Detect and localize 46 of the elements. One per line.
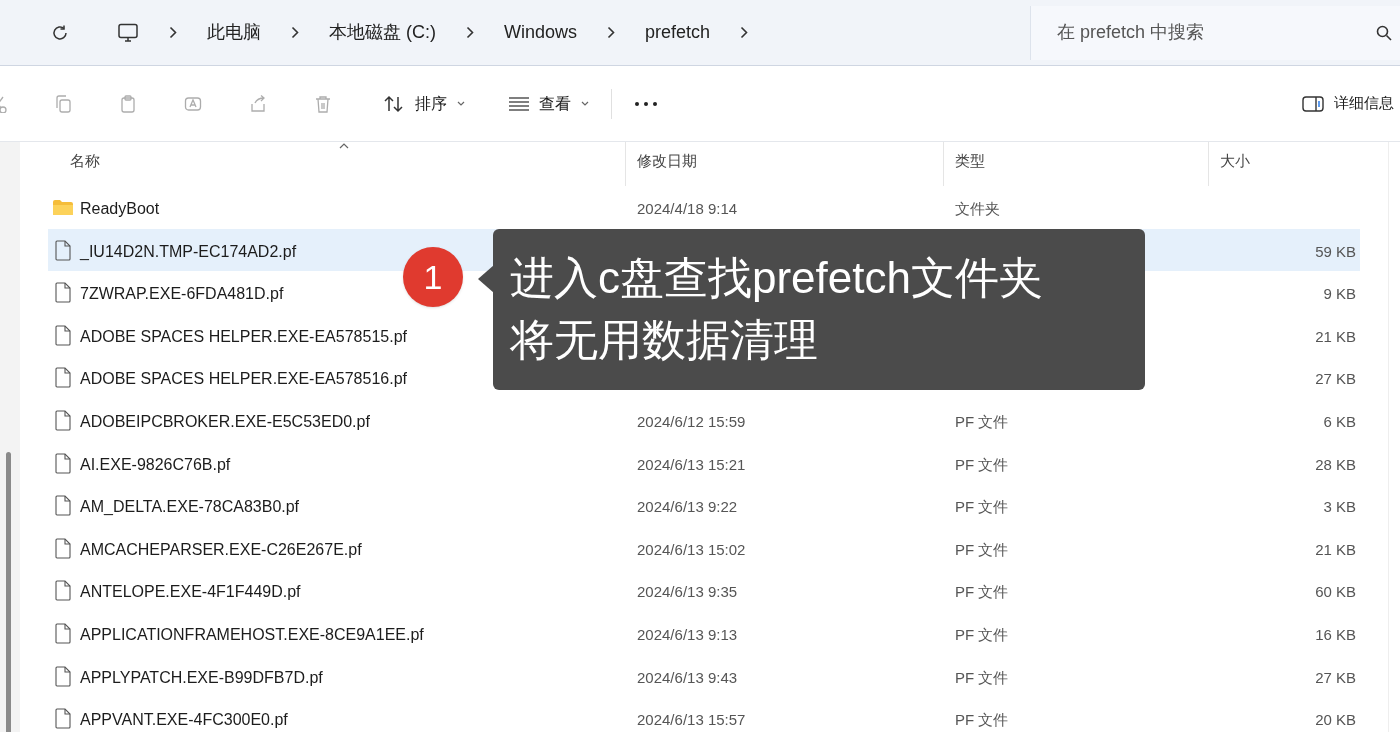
- file-type: PF 文件: [955, 539, 1009, 560]
- file-name: _IU14D2N.TMP-EC174AD2.pf: [80, 241, 297, 262]
- file-name: APPVANT.EXE-4FC300E0.pf: [80, 710, 288, 731]
- file-size: 9 KB: [1323, 284, 1356, 305]
- modified-date: 2024/6/13 9:43: [637, 667, 738, 688]
- modified-date: 2024/6/12 15:59: [637, 411, 746, 432]
- file-size: 21 KB: [1315, 539, 1356, 560]
- file-type: PF 文件: [955, 411, 1009, 432]
- file-type: 文件夹: [955, 199, 1000, 219]
- callout-text: 将无用数据清理: [510, 314, 819, 366]
- file-name: AM_DELTA.EXE-78CA83B0.pf: [80, 497, 300, 518]
- file-type: PF 文件: [955, 454, 1009, 475]
- modified-date: 2024/4/18 9:14: [637, 199, 738, 219]
- file-size: 6 KB: [1323, 411, 1356, 432]
- file-size: 20 KB: [1315, 710, 1356, 731]
- file-size: 27 KB: [1315, 369, 1356, 390]
- modified-date: 2024/6/13 15:21: [637, 454, 746, 475]
- file-name: ADOBEIPCBROKER.EXE-E5C53ED0.pf: [80, 411, 370, 432]
- file-type: PF 文件: [955, 497, 1009, 518]
- file-size: 60 KB: [1315, 582, 1356, 603]
- file-size: 3 KB: [1323, 497, 1356, 518]
- modified-date: 2024/6/13 9:13: [637, 624, 738, 645]
- modified-date: 2024/6/13 9:35: [637, 582, 738, 603]
- file-name: 7ZWRAP.EXE-6FDA481D.pf: [80, 284, 284, 305]
- file-type: PF 文件: [955, 624, 1009, 645]
- file-name: APPLYPATCH.EXE-B99DFB7D.pf: [80, 667, 323, 688]
- file-name: ADOBE SPACES HELPER.EXE-EA578516.pf: [80, 369, 407, 390]
- file-size: 59 KB: [1315, 241, 1356, 262]
- modified-date: 2024/6/13 15:57: [637, 710, 746, 731]
- file-type: PF 文件: [955, 710, 1009, 731]
- file-name: ReadyBoot: [80, 199, 160, 219]
- file-type: PF 文件: [955, 582, 1009, 603]
- file-size: 21 KB: [1315, 326, 1356, 347]
- file-size: 27 KB: [1315, 667, 1356, 688]
- file-size: 16 KB: [1315, 624, 1356, 645]
- modified-date: 2024/6/13 9:22: [637, 497, 738, 518]
- file-name: ANTELOPE.EXE-4F1F449D.pf: [80, 582, 301, 603]
- modified-date: 2024/6/13 15:02: [637, 539, 746, 560]
- file-name: APPLICATIONFRAMEHOST.EXE-8CE9A1EE.pf: [80, 624, 424, 645]
- step-number-badge-tooltip: 1: [403, 247, 463, 307]
- file-type: PF 文件: [955, 667, 1009, 688]
- file-name: AMCACHEPARSER.EXE-C26E267E.pf: [80, 539, 362, 560]
- file-size: 28 KB: [1315, 454, 1356, 475]
- file-name: ADOBE SPACES HELPER.EXE-EA578515.pf: [80, 326, 407, 347]
- file-name: AI.EXE-9826C76B.pf: [80, 454, 231, 475]
- callout-text: 进入c盘查找prefetch文件夹: [510, 252, 1044, 304]
